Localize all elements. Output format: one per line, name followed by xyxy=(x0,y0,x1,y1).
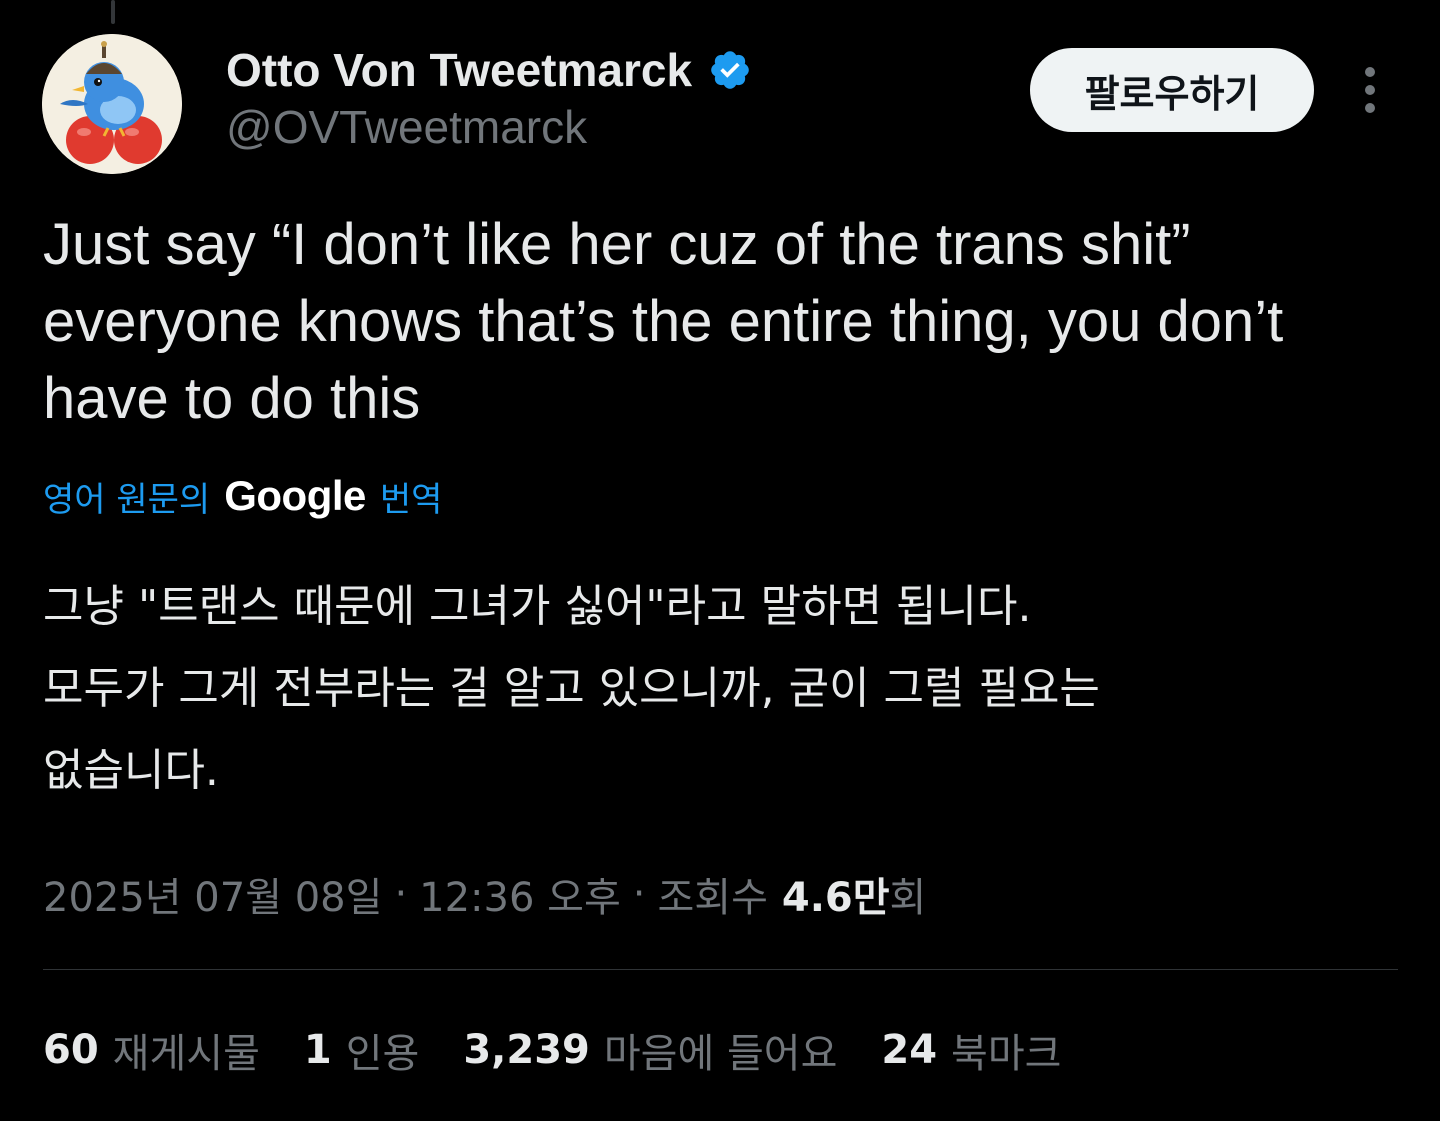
reposts-label: 재게시물 xyxy=(112,1031,260,1077)
tweet-text-line: Just say “I don’t like her cuz of the tr… xyxy=(43,212,1191,277)
reposts-count: 60 xyxy=(43,1027,99,1073)
translation-source-link[interactable]: 영어 원문의 xyxy=(43,472,210,521)
follow-button[interactable]: 팔로우하기 xyxy=(1030,48,1314,132)
tweet-time[interactable]: 12:36 오후 xyxy=(419,865,621,923)
verified-badge-icon xyxy=(711,51,749,89)
google-logo: Google xyxy=(224,472,366,519)
views-suffix: 회 xyxy=(889,875,927,921)
tweet-text-line: everyone knows that’s the entire thing, … xyxy=(43,289,1284,354)
quotes-label: 인용 xyxy=(345,1031,420,1077)
likes-count: 3,239 xyxy=(463,1027,590,1073)
meta-separator: · xyxy=(394,871,408,917)
translation-label-link[interactable]: 번역 xyxy=(380,472,443,521)
likes-label: 마음에 들어요 xyxy=(603,1031,838,1077)
translated-text-line: 그냥 "트랜스 때문에 그녀가 싫어"라고 말하면 됩니다. xyxy=(43,581,1032,632)
translated-text-line: 없습니다. xyxy=(43,745,219,796)
engagement-stats: 60 재게시물 1 인용 3,239 마음에 들어요 24 북마크 xyxy=(43,1020,1105,1080)
tweet-meta: 2025년 07월 08일 · 12:36 오후 · 조회수 4.6만 회 xyxy=(43,864,926,924)
author-handle[interactable]: @OVTweetmarck xyxy=(226,100,587,154)
quotes-stat[interactable]: 1 인용 xyxy=(304,1021,419,1079)
more-vertical-icon xyxy=(1365,67,1375,113)
author-display-name[interactable]: Otto Von Tweetmarck xyxy=(226,43,692,97)
reposts-stat[interactable]: 60 재게시물 xyxy=(43,1021,260,1079)
tweet-text-line: have to do this xyxy=(43,366,421,431)
meta-separator: · xyxy=(632,871,646,917)
divider xyxy=(43,969,1398,970)
bookmarks-label: 북마크 xyxy=(951,1031,1062,1077)
views-label: 조회수 xyxy=(657,875,768,921)
tweet-body: Just say “I don’t like her cuz of the tr… xyxy=(43,206,1413,437)
more-options-button[interactable] xyxy=(1350,62,1390,118)
author-avatar[interactable] xyxy=(42,34,182,174)
blue-bird-avatar-icon xyxy=(42,34,182,174)
thread-connector-line xyxy=(111,0,115,24)
bookmarks-stat[interactable]: 24 북마크 xyxy=(881,1021,1061,1079)
likes-stat[interactable]: 3,239 마음에 들어요 xyxy=(463,1021,837,1079)
bookmarks-count: 24 xyxy=(881,1027,938,1073)
tweet-date[interactable]: 2025년 07월 08일 xyxy=(43,865,382,923)
quotes-count: 1 xyxy=(303,1027,332,1073)
views-count: 4.6만 xyxy=(781,875,890,921)
translated-tweet-body: 그냥 "트랜스 때문에 그녀가 싫어"라고 말하면 됩니다. 모두가 그게 전부… xyxy=(43,566,1413,812)
translated-text-line: 모두가 그게 전부라는 걸 알고 있으니까, 굳이 그럴 필요는 xyxy=(43,663,1100,714)
translation-attribution: 영어 원문의 Google 번역 xyxy=(43,466,442,526)
author-name-row: Otto Von Tweetmarck xyxy=(226,40,752,100)
